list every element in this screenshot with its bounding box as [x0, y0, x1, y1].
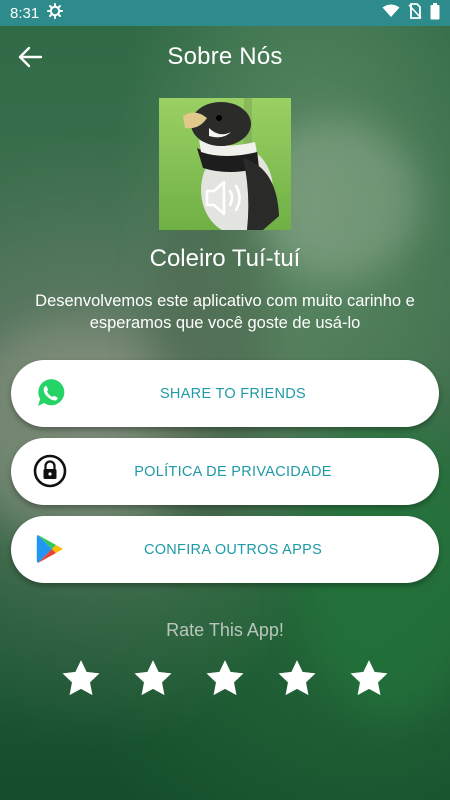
play-store-icon — [33, 532, 67, 566]
wifi-icon — [382, 4, 400, 22]
battery-icon — [430, 2, 440, 24]
app-description: Desenvolvemos este aplicativo com muito … — [35, 292, 415, 332]
share-to-friends-label: SHARE TO FRIENDS — [159, 385, 307, 402]
speaker-icon — [205, 180, 241, 216]
back-arrow-icon — [18, 46, 43, 68]
page-title: Sobre Nós — [167, 43, 283, 70]
star-icon-4[interactable] — [276, 658, 318, 700]
no-sim-icon — [408, 3, 422, 23]
privacy-policy-button[interactable]: POLÍTICA DE PRIVACIDADE — [11, 438, 439, 505]
status-bar: 8:31 — [0, 0, 450, 26]
star-icon-1[interactable] — [60, 658, 102, 700]
bird-image[interactable] — [159, 98, 291, 230]
other-apps-label: CONFIRA OUTROS APPS — [143, 541, 323, 558]
background-blur-shape — [0, 320, 200, 540]
star-icon-5[interactable] — [348, 658, 390, 700]
share-to-friends-button[interactable]: SHARE TO FRIENDS — [11, 360, 439, 427]
settings-gear-icon — [47, 3, 64, 23]
rate-app-label: Rate This App! — [166, 620, 284, 640]
star-icon-3[interactable] — [204, 658, 246, 700]
lock-icon — [33, 454, 67, 488]
rating-stars — [60, 658, 390, 700]
other-apps-button[interactable]: CONFIRA OUTROS APPS — [11, 516, 439, 583]
app-bar: Sobre Nós — [0, 26, 450, 88]
privacy-policy-label: POLÍTICA DE PRIVACIDADE — [134, 463, 332, 480]
status-icons — [382, 2, 440, 24]
about-screen: 8:31 Sobre Nós Coleiro Tuí-tuí Desenvolv… — [0, 0, 450, 800]
status-time: 8:31 — [10, 4, 40, 22]
star-icon-2[interactable] — [132, 658, 174, 700]
whatsapp-icon — [33, 376, 67, 410]
app-name: Coleiro Tuí-tuí — [149, 245, 301, 272]
back-button[interactable] — [14, 41, 46, 73]
